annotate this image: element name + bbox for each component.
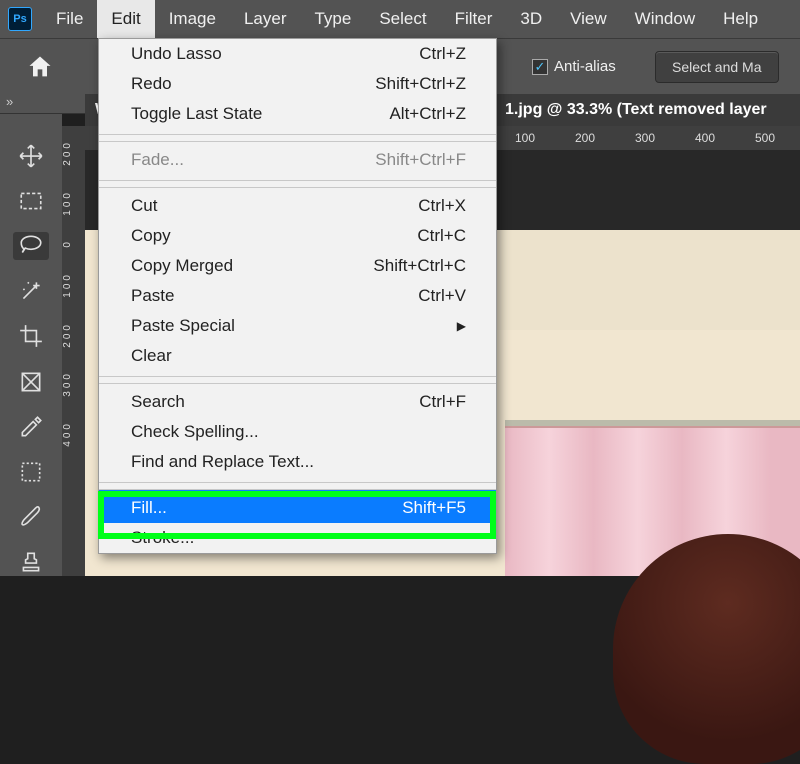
crop-tool[interactable] [13,323,49,350]
ruler-tick: 100 [62,272,85,298]
menu-item-shortcut: Ctrl+Z [419,44,466,64]
photoshop-icon[interactable]: Ps [8,7,32,31]
menu-item-find-and-replace-text[interactable]: Find and Replace Text... [99,447,496,483]
menu-item-label: Paste Special [131,316,235,336]
menu-item-shortcut: Shift+Ctrl+F [375,150,466,170]
home-icon[interactable] [26,53,54,81]
move-tool[interactable] [13,142,49,169]
menu-bar: Ps File Edit Image Layer Type Select Fil… [0,0,800,38]
menu-item-label: Toggle Last State [131,104,262,124]
menu-item-fade: Fade... Shift+Ctrl+F [99,141,496,181]
menu-item-label: Copy [131,226,171,246]
ruler-tick: 200 [575,131,595,145]
ruler-tick: 100 [62,190,85,216]
menu-item-shortcut: Ctrl+X [418,196,466,216]
menu-item-label: Stroke... [131,528,194,548]
menu-window[interactable]: Window [621,0,709,38]
menu-file[interactable]: File [42,0,97,38]
ruler-tick: 200 [62,322,85,348]
ruler-tick: 100 [515,131,535,145]
menu-3d[interactable]: 3D [506,0,556,38]
ruler-tick: 200 [62,140,85,166]
menu-item-paste-special[interactable]: Paste Special ▶ [99,311,496,341]
panel-chevron-strip[interactable]: » [0,94,85,114]
menu-item-copy-merged[interactable]: Copy Merged Shift+Ctrl+C [99,251,496,281]
vertical-ruler[interactable]: 200 100 0 100 200 300 400 [62,126,85,576]
menu-item-label: Redo [131,74,172,94]
menu-item-label: Cut [131,196,157,216]
menu-help[interactable]: Help [709,0,772,38]
frame-tool[interactable] [13,368,49,395]
menu-item-label: Undo Lasso [131,44,222,64]
tab-title-tail: 1.jpg @ 33.3% (Text removed layer [505,101,767,119]
menu-item-label: Fill... [131,498,167,518]
ruler-tick: 400 [695,131,715,145]
menu-filter[interactable]: Filter [441,0,507,38]
menu-item-label: Search [131,392,185,412]
ruler-tick: 400 [62,421,85,447]
ruler-tick: 300 [62,371,85,397]
menu-item-shortcut: Shift+F5 [402,498,466,518]
menu-item-paste[interactable]: Paste Ctrl+V [99,281,496,311]
menu-item-copy[interactable]: Copy Ctrl+C [99,221,496,251]
heal-tool[interactable] [13,458,49,485]
menu-item-label: Check Spelling... [131,422,259,442]
tools-panel [0,114,62,576]
menu-item-check-spelling[interactable]: Check Spelling... [99,417,496,447]
select-and-mask-button[interactable]: Select and Ma [655,51,779,83]
menu-type[interactable]: Type [300,0,365,38]
menu-item-cut[interactable]: Cut Ctrl+X [99,187,496,221]
marquee-tool[interactable] [13,187,49,214]
menu-item-label: Fade... [131,150,184,170]
menu-item-shortcut: Ctrl+F [419,392,466,412]
menu-item-label: Find and Replace Text... [131,452,314,472]
menu-item-stroke[interactable]: Stroke... [99,523,496,553]
menu-item-toggle-last-state[interactable]: Toggle Last State Alt+Ctrl+Z [99,99,496,135]
menu-item-fill[interactable]: Fill... Shift+F5 [99,489,496,523]
menu-item-search[interactable]: Search Ctrl+F [99,383,496,417]
anti-alias-option[interactable]: ✓ Anti-alias [532,58,616,75]
menu-item-label: Copy Merged [131,256,233,276]
brush-tool[interactable] [13,504,49,531]
lasso-tool[interactable] [13,232,49,259]
wand-tool[interactable] [13,278,49,305]
menu-item-shortcut: Shift+Ctrl+Z [375,74,466,94]
menu-select[interactable]: Select [365,0,440,38]
menu-layer[interactable]: Layer [230,0,301,38]
menu-item-shortcut: Ctrl+C [417,226,466,246]
edit-menu-dropdown: Undo Lasso Ctrl+Z Redo Shift+Ctrl+Z Toggle L… [98,38,497,554]
menu-item-clear[interactable]: Clear [99,341,496,377]
menu-item-shortcut: Ctrl+V [418,286,466,306]
menu-item-label: Paste [131,286,174,306]
ruler-tick: 0 [62,239,85,248]
menu-image[interactable]: Image [155,0,230,38]
menu-edit[interactable]: Edit [97,0,154,38]
checkbox-icon[interactable]: ✓ [532,59,548,75]
menu-item-undo-lasso[interactable]: Undo Lasso Ctrl+Z [99,39,496,69]
anti-alias-label: Anti-alias [554,58,616,75]
submenu-arrow-icon: ▶ [457,319,466,333]
menu-item-shortcut: Alt+Ctrl+Z [389,104,466,124]
menu-view[interactable]: View [556,0,621,38]
eyedropper-tool[interactable] [13,413,49,440]
stamp-tool[interactable] [13,549,49,576]
menu-item-label: Clear [131,346,172,366]
menu-item-shortcut: Shift+Ctrl+C [373,256,466,276]
menu-item-redo[interactable]: Redo Shift+Ctrl+Z [99,69,496,99]
ruler-tick: 500 [755,131,775,145]
ruler-tick: 300 [635,131,655,145]
